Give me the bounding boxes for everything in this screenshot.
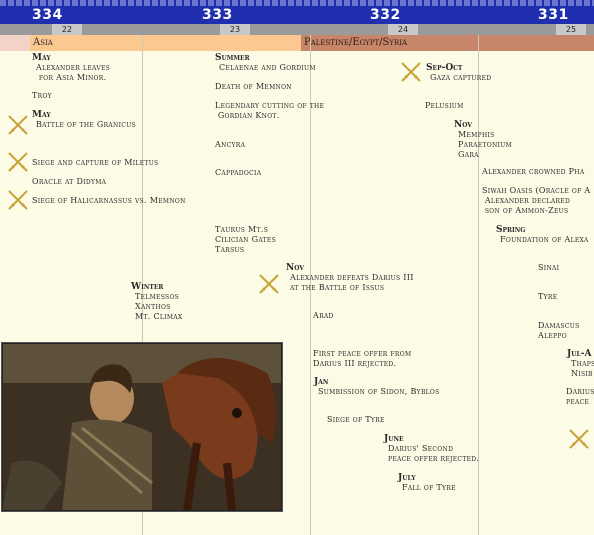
- event-text: Ancyra: [215, 140, 246, 149]
- event-heading: Summer: [215, 53, 250, 63]
- year-label: 333: [202, 7, 233, 23]
- event-text: Foundation of Alexa: [500, 235, 589, 244]
- year-label: 334: [32, 7, 63, 23]
- crossed-swords-icon: [259, 274, 279, 294]
- event-heading: Jan: [314, 377, 329, 387]
- event-text: Siege of Halicarnassus vs. Memnon: [32, 196, 186, 205]
- event-text: Siege of Tyre: [327, 415, 385, 424]
- event-text: Legendary cutting of the Gordian Knot.: [215, 101, 325, 120]
- crossed-swords-icon: [569, 429, 589, 449]
- year-label: 331: [538, 7, 569, 23]
- event-heading: May: [32, 110, 51, 120]
- ruler-tick: 22: [52, 24, 82, 35]
- event-text: Celaenae and Gordium: [219, 63, 316, 72]
- event-heading: May: [32, 53, 51, 63]
- event-text: Darius' Second peace offer rejected.: [388, 444, 480, 463]
- year-label: 332: [370, 7, 401, 23]
- event-text: Death of Memnon: [215, 82, 292, 91]
- event-heading: Spring: [496, 225, 526, 235]
- event-text: Gaza captured: [430, 73, 492, 82]
- event-text: Memphis Paraetonium Gara: [458, 130, 512, 159]
- event-text: First peace offer from Darius III reject…: [313, 349, 412, 368]
- event-heading: July: [398, 473, 416, 483]
- event-text: Alexander leaves for Asia Minor.: [36, 63, 111, 82]
- crossed-swords-icon: [401, 62, 421, 82]
- event-text: Tyre: [538, 292, 558, 301]
- event-text: Siege and capture of Miletus: [32, 158, 159, 167]
- event-text: Thaps Nisib: [571, 359, 594, 378]
- event-text: Fall of Tyre: [402, 483, 456, 492]
- event-text: Taurus Mt.s Cilician Gates Tarsus: [215, 225, 277, 254]
- event-heading: Nov: [454, 120, 473, 130]
- event-text: Siwah Oasis (Oracle of A Alexander decla…: [482, 186, 591, 215]
- event-text: Darius peace: [566, 387, 594, 406]
- event-text: Oracle at Didyma: [32, 177, 107, 186]
- region-band-asia: Asia: [30, 35, 301, 51]
- event-heading: Nov: [286, 263, 305, 273]
- ruler-tick: 23: [220, 24, 250, 35]
- alexander-mosaic-image: [1, 342, 283, 512]
- event-text: Sumbission of Sidon, Byblos: [318, 387, 440, 396]
- ruler-tick: 25: [556, 24, 586, 35]
- event-text: Telmessos Xanthos Mt. Climax: [135, 292, 183, 321]
- event-heading: June: [384, 434, 404, 444]
- timeline-year-bar: 334 333 332 331: [0, 0, 594, 24]
- region-band-palestine: Palestine/Egypt/Syria: [301, 35, 594, 51]
- year-bar-pattern: [0, 0, 594, 6]
- event-text: Pelusium: [425, 101, 464, 110]
- event-text: Cappadocia: [215, 168, 262, 177]
- event-text: Arad: [313, 311, 334, 320]
- event-text: Sinai: [538, 263, 560, 272]
- event-text: Troy: [32, 91, 52, 100]
- crossed-swords-icon: [8, 152, 28, 172]
- event-heading: Winter: [131, 282, 164, 292]
- mosaic-illustration: [2, 343, 282, 511]
- crossed-swords-icon: [8, 115, 28, 135]
- ruler-tick: 24: [388, 24, 418, 35]
- event-text: Battle of the Granicus: [36, 120, 136, 129]
- event-heading: Jul-A: [567, 349, 592, 359]
- event-text: Alexander defeats Darius III at the Batt…: [290, 273, 414, 292]
- event-heading: Sep-Oct: [426, 63, 463, 73]
- event-text: Alexander crowned Pha: [482, 167, 585, 176]
- event-text: Damascus Aleppo: [538, 321, 580, 340]
- crossed-swords-icon: [8, 190, 28, 210]
- region-band-edge: [0, 35, 30, 51]
- timeline-ruler: 22 23 24 25: [0, 24, 594, 35]
